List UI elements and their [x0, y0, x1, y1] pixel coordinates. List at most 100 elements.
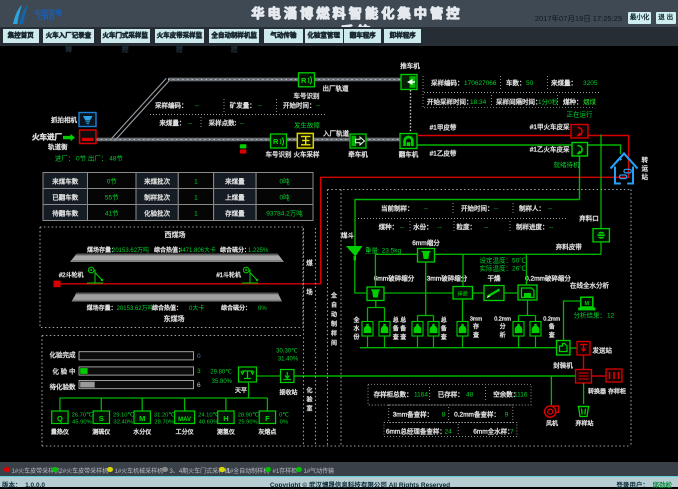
svg-text:50: 50 — [526, 80, 534, 87]
svg-text:场: 场 — [306, 287, 313, 296]
svg-text:--: -- — [438, 224, 442, 231]
svg-text:化: 化 — [306, 387, 312, 395]
svg-text:存: 存 — [473, 322, 479, 330]
svg-text:接收站: 接收站 — [279, 388, 297, 396]
svg-text:轨道衡: 轨道衡 — [48, 142, 68, 151]
svg-text:备: 备 — [549, 322, 555, 330]
svg-text:20153.62万吨: 20153.62万吨 — [112, 246, 149, 254]
svg-text:已翻车数: 已翻车数 — [52, 192, 79, 201]
svg-text:化 验 中: 化 验 中 — [52, 366, 75, 375]
svg-text:32.40%: 32.40% — [114, 419, 134, 425]
svg-text:25.90%: 25.90% — [238, 419, 258, 425]
svg-text:6mm全水样：: 6mm全水样： — [473, 426, 513, 435]
svg-text:0.2mm: 0.2mm — [543, 317, 560, 323]
svg-text:备: 备 — [393, 325, 399, 333]
svg-text:翻车机: 翻车机 — [399, 149, 419, 158]
svg-text:M: M — [585, 301, 590, 307]
svg-text:全: 全 — [353, 316, 359, 324]
svg-text:#1乙皮带: #1乙皮带 — [430, 149, 457, 158]
svg-text:烟煤: 烟煤 — [583, 97, 597, 106]
svg-text:份: 份 — [353, 333, 359, 341]
svg-text:41节: 41节 — [105, 209, 119, 217]
svg-text:间: 间 — [331, 339, 337, 347]
svg-text:7: 7 — [510, 428, 514, 435]
svg-text:正在运行: 正在运行 — [567, 110, 594, 119]
svg-text:--: -- — [548, 206, 552, 213]
svg-text:#1乙火车皮采: #1乙火车皮采 — [530, 144, 570, 153]
svg-text:Q: Q — [57, 414, 63, 423]
svg-text:东煤场: 东煤场 — [164, 314, 185, 323]
svg-text:1: 1 — [194, 194, 198, 201]
svg-text:待化验数: 待化验数 — [50, 382, 77, 391]
svg-text:抓拍相机: 抓拍相机 — [51, 115, 78, 124]
svg-text:制样人：: 制样人： — [519, 204, 545, 213]
svg-text:车号识别: 车号识别 — [294, 91, 320, 100]
svg-text:弃料口: 弃料口 — [579, 213, 599, 222]
svg-text:28.70%: 28.70% — [154, 419, 174, 425]
svg-text:存样柜: 存样柜 — [608, 387, 626, 395]
svg-text:0%: 0% — [258, 306, 267, 312]
svg-text:3: 3 — [197, 368, 201, 375]
svg-text:18:34: 18:34 — [470, 99, 487, 106]
svg-text:3205: 3205 — [583, 80, 598, 87]
svg-text:备: 备 — [441, 325, 447, 333]
svg-text:--: -- — [258, 103, 262, 110]
svg-text:--: -- — [188, 120, 192, 127]
svg-text:1.225%: 1.225% — [248, 248, 269, 254]
svg-text:26.70℃: 26.70℃ — [72, 412, 94, 418]
svg-text:M: M — [139, 414, 145, 423]
svg-text:31.40%: 31.40% — [278, 357, 299, 363]
svg-text:--: -- — [494, 206, 498, 213]
svg-text:来煤量：: 来煤量： — [551, 78, 577, 87]
svg-text:动: 动 — [331, 312, 337, 319]
svg-text:开始采样时间：: 开始采样时间： — [427, 97, 473, 106]
svg-text:查: 查 — [400, 333, 406, 341]
svg-text:全: 全 — [331, 292, 337, 300]
svg-text:0.2mm: 0.2mm — [494, 317, 511, 323]
svg-text:0节: 0节 — [107, 177, 118, 185]
svg-text:93784.2万吨: 93784.2万吨 — [266, 208, 303, 217]
svg-text:#1甲皮带: #1甲皮带 — [430, 122, 457, 131]
svg-text:查: 查 — [549, 331, 555, 339]
svg-text:在线全水分析: 在线全水分析 — [570, 281, 610, 290]
svg-text:来煤车数: 来煤车数 — [52, 176, 79, 185]
svg-text:45.90%: 45.90% — [72, 419, 92, 425]
svg-text:自: 自 — [331, 301, 337, 309]
svg-text:总: 总 — [441, 316, 447, 324]
svg-text:--: -- — [240, 120, 244, 127]
svg-text:6mm缩分: 6mm缩分 — [412, 238, 440, 247]
svg-text:室: 室 — [306, 405, 312, 413]
svg-text:上煤量: 上煤量 — [225, 192, 245, 201]
svg-text:灰熔点: 灰熔点 — [258, 428, 276, 436]
svg-text:车号识别: 车号识别 — [266, 149, 292, 158]
svg-text:存样柜总数：: 存样柜总数： — [374, 390, 413, 399]
svg-text:采样编码：: 采样编码： — [431, 78, 464, 87]
svg-text:存煤量: 存煤量 — [225, 208, 245, 217]
svg-text:采样间隔时间：: 采样间隔时间： — [496, 97, 542, 106]
svg-text:--: -- — [400, 224, 404, 231]
svg-text:水份：: 水份： — [413, 222, 433, 231]
svg-text:测氢仪: 测氢仪 — [217, 428, 235, 436]
svg-text:煤斗: 煤斗 — [341, 230, 355, 239]
svg-text:牵车机: 牵车机 — [348, 149, 368, 158]
svg-text:测硫仪: 测硫仪 — [92, 428, 110, 436]
svg-text:分析结果：: 分析结果： — [574, 310, 607, 319]
svg-text:--: -- — [424, 206, 428, 213]
svg-text:29.80℃: 29.80℃ — [210, 369, 232, 375]
svg-text:风机: 风机 — [546, 420, 558, 428]
svg-text:S: S — [99, 414, 104, 423]
svg-text:1116: 1116 — [514, 392, 528, 399]
svg-text:煤: 煤 — [306, 258, 313, 267]
svg-text:矿发量：: 矿发量： — [230, 101, 256, 110]
svg-text:出厂轨道: 出厂轨道 — [323, 84, 350, 93]
svg-text:化验批次: 化验批次 — [144, 208, 171, 217]
svg-text:查: 查 — [441, 333, 447, 341]
svg-text:车数：: 车数： — [506, 78, 526, 87]
svg-text:分: 分 — [500, 322, 506, 330]
svg-text:运: 运 — [642, 165, 649, 173]
svg-text:析: 析 — [500, 331, 506, 339]
svg-text:发生故障: 发生故障 — [294, 121, 321, 130]
svg-text:制: 制 — [331, 320, 337, 328]
svg-text:煤种：: 煤种： — [379, 222, 399, 231]
svg-text:火车进厂: 火车进厂 — [32, 131, 62, 141]
